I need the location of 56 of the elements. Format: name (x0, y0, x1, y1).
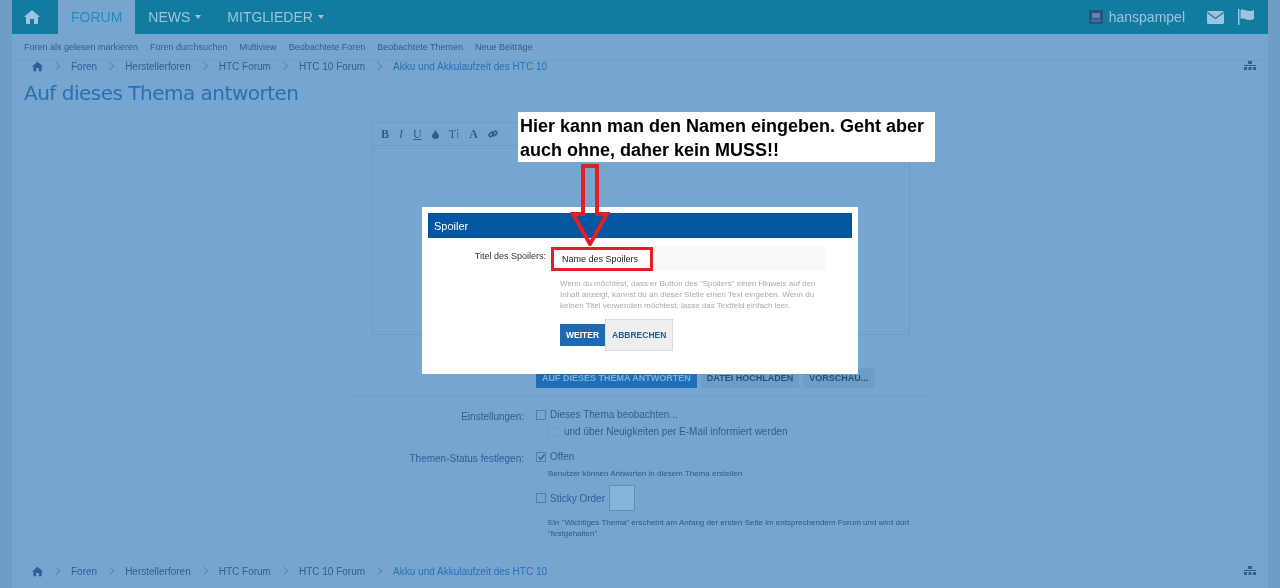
subnav-link[interactable]: Beobachtete Themen (377, 42, 464, 52)
subnav-link[interactable]: Multiview (239, 42, 277, 52)
toolbar-button[interactable]: T⁞ (448, 126, 460, 142)
flag-icon[interactable] (1238, 9, 1254, 25)
input-field[interactable]: Name des Spoilers (551, 247, 653, 271)
home-icon[interactable] (24, 9, 40, 25)
dialog-title: Spoiler (428, 213, 852, 238)
sitemap-icon[interactable] (1244, 565, 1256, 575)
setting-label: Einstellungen: (460, 410, 524, 424)
breadcrumb-link[interactable]: Herstellerforen (125, 565, 191, 577)
caret-icon (317, 15, 324, 19)
nav-tab[interactable]: MITGLIEDER (214, 0, 337, 34)
toolbar-button[interactable]: I (399, 126, 403, 142)
breadcrumb-link[interactable]: Akku und Akkulaufzeit des HTC 10 (393, 565, 548, 577)
field-label: Titel des Spoilers: (473, 250, 547, 263)
toolbar-button[interactable]: A (469, 126, 479, 142)
breadcrumb-link[interactable]: HTC Forum (218, 60, 271, 72)
subnav-link[interactable]: Foren durchsuchen (150, 42, 228, 52)
checkbox[interactable] (536, 451, 546, 462)
envelope-icon[interactable] (1207, 10, 1224, 24)
sitemap-icon[interactable] (1244, 60, 1256, 70)
checkbox-label[interactable]: Dieses Thema beobachten... (550, 409, 678, 420)
home-icon[interactable] (32, 60, 43, 72)
color-swatch[interactable] (609, 485, 635, 511)
setting-label: Themen-Status festlegen: (408, 452, 524, 466)
subnav-link[interactable]: Beobachtete Foren (288, 42, 366, 52)
subnav-link[interactable]: Foren als gelesen markieren (24, 42, 139, 52)
breadcrumb-link[interactable]: HTC 10 Forum (298, 565, 366, 577)
checkbox[interactable] (536, 409, 546, 420)
toolbar-button[interactable]: U (413, 126, 422, 142)
dialog-button[interactable]: ABBRECHEN (605, 319, 674, 351)
breadcrumb-link[interactable]: Akku und Akkulaufzeit des HTC 10 (393, 60, 548, 72)
droplet-icon[interactable] (431, 129, 439, 139)
link-icon[interactable] (488, 129, 499, 139)
annotation-note: Hier kann man den Namen eingeben. Geht aber auch ohne, daher kein MUSS!! (518, 112, 935, 162)
username-link[interactable]: hanspampel (1108, 9, 1185, 25)
breadcrumb-link[interactable]: Foren (71, 565, 98, 577)
arrow-icon (570, 164, 610, 246)
option-hint: Ein "Wichtiges Thema" erscheint am Anfang der ersten Seite im entsprechendem Forum und wird dort "festgehalten" (548, 517, 911, 539)
checkbox[interactable] (536, 493, 546, 503)
toolbar-button[interactable]: B (381, 126, 389, 142)
nav-tab[interactable]: NEWS (135, 0, 215, 34)
breadcrumb-link[interactable]: Foren (71, 60, 98, 72)
subnav-link[interactable]: Neue Beiträge (475, 42, 533, 52)
nav-tab[interactable]: FORUM (58, 0, 136, 34)
breadcrumb-link[interactable]: HTC 10 Forum (298, 60, 366, 72)
checkbox-label[interactable]: Offen (550, 451, 575, 462)
checkbox-label[interactable]: Sticky Order (550, 492, 605, 504)
avatar-icon[interactable] (1088, 10, 1103, 24)
home-icon[interactable] (32, 565, 43, 577)
caret-icon (195, 15, 202, 19)
breadcrumb-link[interactable]: HTC Forum (218, 565, 271, 577)
dialog-button[interactable]: WEITER (560, 324, 606, 346)
breadcrumb-link[interactable]: Herstellerforen (125, 60, 191, 72)
page-title: Auf dieses Thema antworten (24, 81, 300, 105)
help-text: Wenn du möchtest, dass er Button des "Spoilers" einen Hinweis auf den Inhalt anzeigt, kannst du an dieser Stelle einen Text eingeben. Wenn du keinen Titel verwenden möchtest, lasse das Textfeld einfach leer. (560, 278, 817, 311)
